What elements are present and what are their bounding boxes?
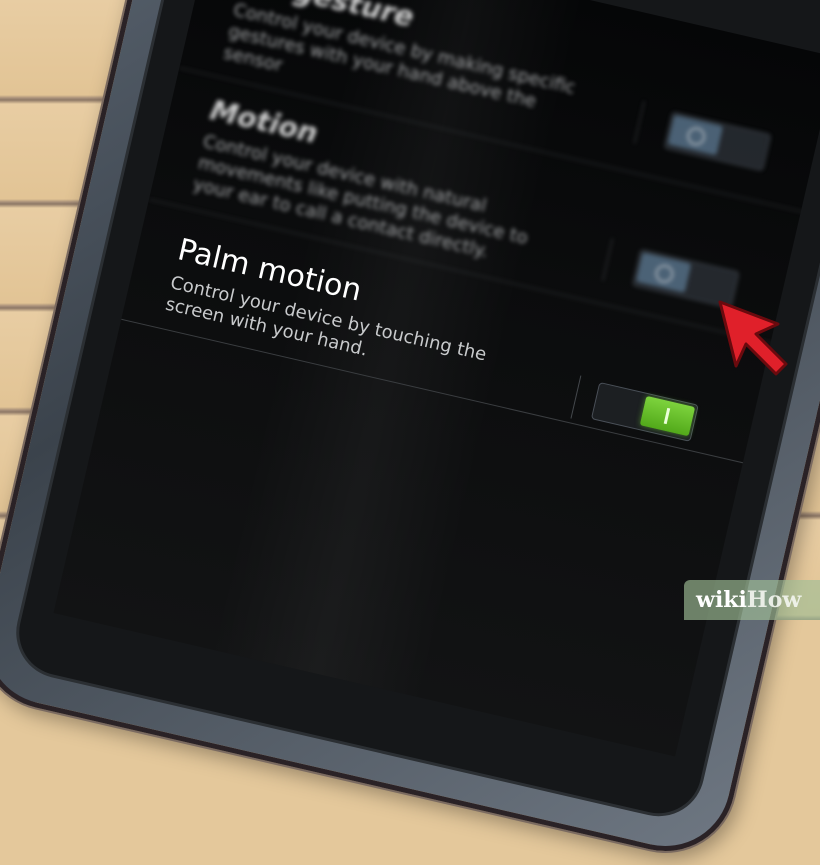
phone-screen: Air gesture Control your device by makin… [53,0,820,757]
watermark-how: How [746,587,802,613]
phone-bezel: Air gesture Control your device by makin… [7,0,820,826]
cursor-arrow-icon [718,300,788,376]
row-separator [570,375,582,419]
toggle-knob [635,252,692,293]
row-separator [602,238,614,282]
phone-body: Air gesture Control your device by makin… [0,0,820,865]
wikihow-watermark: wikiHow [684,580,820,620]
row-separator [633,100,645,144]
toggle-knob [667,114,724,156]
air-gesture-toggle[interactable] [663,111,772,172]
watermark-wiki: wiki [696,587,747,613]
toggle-knob [639,395,696,437]
palm-motion-toggle[interactable] [590,381,699,442]
